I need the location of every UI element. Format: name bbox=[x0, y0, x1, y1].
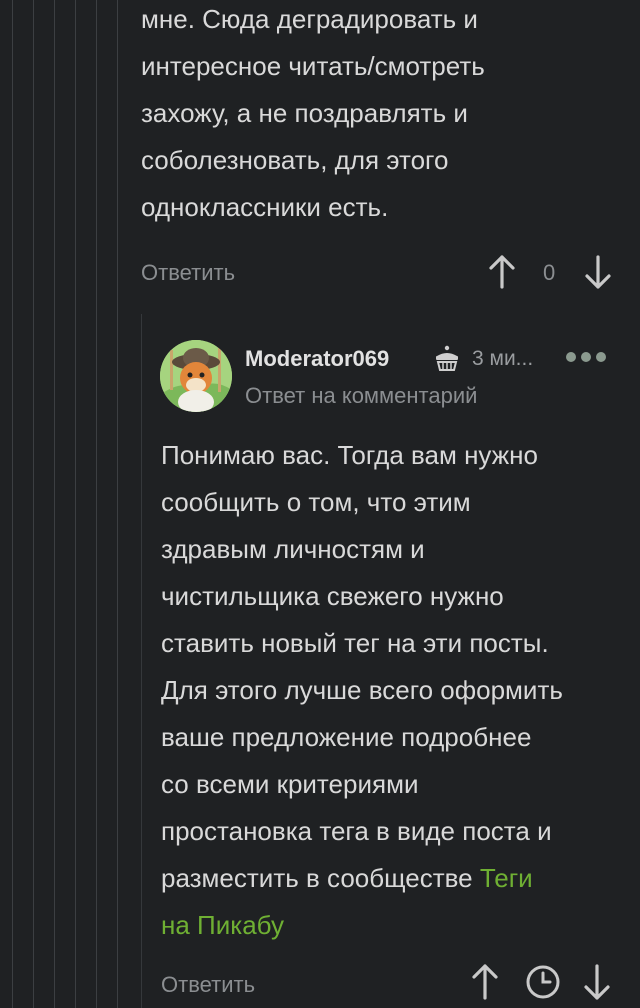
comment-line: на Пикабу bbox=[161, 902, 621, 949]
comment-body: Понимаю вас. Тогда вам нужно сообщить о … bbox=[161, 432, 621, 949]
comment-line: мне. Сюда деградировать и bbox=[141, 4, 478, 34]
thread-line bbox=[96, 0, 97, 1008]
vote-count: 0 bbox=[543, 260, 556, 285]
comment-actions: Ответить 0 bbox=[141, 255, 621, 289]
comment-body: мне. Сюда деградировать и интересное чит… bbox=[141, 0, 611, 231]
comment-line: со всеми критериями bbox=[161, 769, 419, 799]
comment-line: здравым личностям и bbox=[161, 534, 425, 564]
comment-line: разместить в сообществе Теги bbox=[161, 855, 621, 902]
comment-line: ставить новый тег на эти посты. bbox=[161, 628, 549, 658]
community-link[interactable]: на Пикабу bbox=[161, 910, 284, 940]
thread-line bbox=[75, 0, 76, 1008]
comment-time: 3 ми... bbox=[472, 347, 534, 370]
reply-to-subtitle[interactable]: Ответ на комментарий bbox=[245, 383, 477, 409]
arrow-up-icon[interactable] bbox=[471, 964, 499, 1005]
comment-text: разместить в сообществе bbox=[161, 863, 480, 893]
comment-line: одноклассники есть. bbox=[141, 192, 389, 222]
comment-line: ваше предложение подробнее bbox=[161, 722, 532, 752]
more-dots-icon[interactable] bbox=[566, 352, 606, 362]
comment-line: соболезновать, для этого bbox=[141, 145, 449, 175]
comment-line: интересное читать/смотреть bbox=[141, 51, 485, 81]
thread-line bbox=[12, 0, 13, 1008]
author-name[interactable]: Moderator069 bbox=[245, 346, 389, 372]
thread-line bbox=[33, 0, 34, 1008]
reply-button[interactable]: Ответить bbox=[141, 260, 235, 286]
cake-icon bbox=[432, 343, 462, 378]
comment-line: захожу, а не поздравлять и bbox=[141, 98, 468, 128]
avatar[interactable] bbox=[160, 340, 232, 412]
comment-actions: Ответить bbox=[161, 964, 621, 1000]
comment-line: сообщить о том, что этим bbox=[161, 487, 471, 517]
thread-line bbox=[54, 0, 55, 1008]
community-link[interactable]: Теги bbox=[480, 863, 533, 893]
comment-line: Понимаю вас. Тогда вам нужно bbox=[161, 440, 538, 470]
arrow-down-icon[interactable] bbox=[583, 964, 611, 1005]
clock-icon[interactable] bbox=[525, 964, 561, 1005]
nested-thread-line[interactable] bbox=[141, 314, 142, 1008]
comment-line: простановка тега в виде поста и bbox=[161, 816, 552, 846]
arrow-down-icon[interactable] bbox=[584, 255, 612, 294]
arrow-up-icon[interactable] bbox=[488, 255, 516, 294]
comment-line: чистильщика свежего нужно bbox=[161, 581, 504, 611]
thread-line bbox=[117, 0, 118, 1008]
reply-button[interactable]: Ответить bbox=[161, 972, 255, 998]
comment-line: Для этого лучше всего оформить bbox=[161, 675, 563, 705]
